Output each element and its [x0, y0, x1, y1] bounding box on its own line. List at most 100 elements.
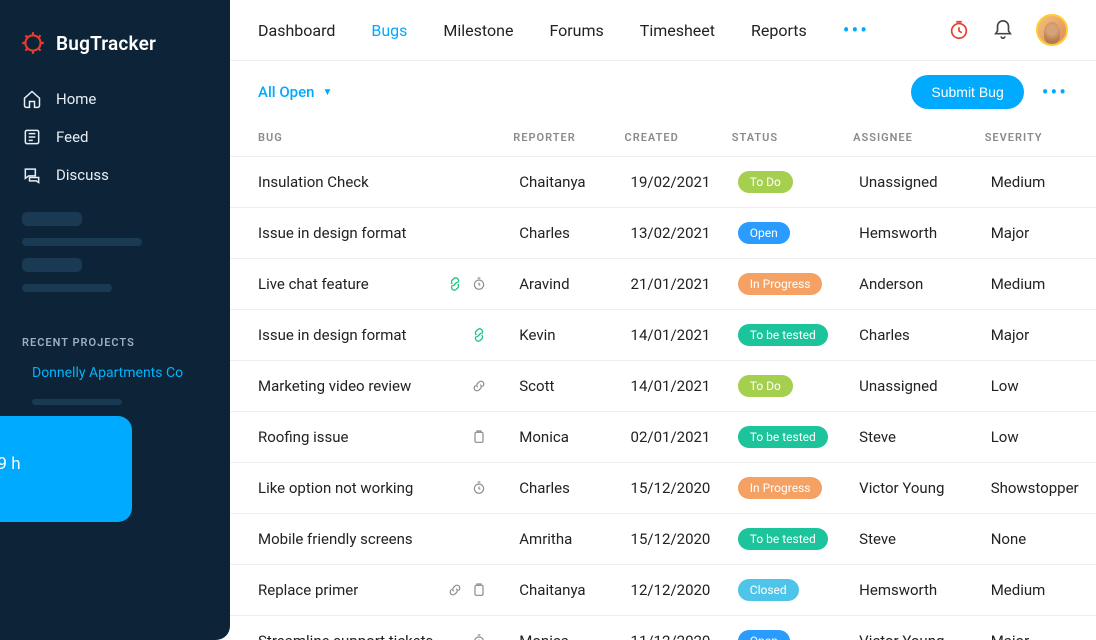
bug-title[interactable]: Mobile friendly screens — [258, 530, 413, 548]
status-badge[interactable]: To Do — [738, 171, 793, 193]
col-header-severity[interactable]: SEVERITY — [985, 123, 1096, 157]
sidebar-item-feed[interactable]: Feed — [0, 118, 230, 156]
cell-assignee: Steve — [853, 514, 985, 565]
timesheet-billable: llable 25: 19 h — [0, 454, 116, 474]
col-header-created[interactable]: CREATED — [625, 123, 732, 157]
placeholder-line — [22, 258, 82, 272]
bell-icon[interactable] — [992, 19, 1014, 41]
col-header-assignee[interactable]: ASSIGNEE — [853, 123, 985, 157]
cell-created: 21/01/2021 — [625, 259, 732, 310]
cell-assignee: Unassigned — [853, 361, 985, 412]
placeholder-line — [32, 399, 122, 405]
bug-title[interactable]: Issue in design format — [258, 224, 406, 242]
table-row[interactable]: Mobile friendly screensAmritha15/12/2020… — [230, 514, 1096, 565]
status-badge[interactable]: To Do — [738, 375, 793, 397]
cell-status: To be tested — [732, 412, 853, 463]
tabs-more-button[interactable]: ••• — [843, 20, 869, 40]
bug-title[interactable]: Live chat feature — [258, 275, 369, 293]
sidebar-item-label: Discuss — [56, 166, 109, 184]
status-badge[interactable]: To be tested — [738, 426, 828, 448]
home-icon — [22, 89, 42, 109]
timesheet-card[interactable]: TIMESHEET llable 25: 19 h Approved — [0, 416, 132, 522]
bug-title[interactable]: Like option not working — [258, 479, 413, 497]
project-item-donnelly[interactable]: Donnelly Apartments Co — [0, 359, 230, 387]
brand: BugTracker — [0, 18, 230, 80]
tab-forums[interactable]: Forums — [549, 21, 603, 40]
table-header-row: BUG REPORTER CREATED STATUS ASSIGNEE SEV… — [230, 123, 1096, 157]
discuss-icon — [22, 165, 42, 185]
tab-milestone[interactable]: Milestone — [443, 21, 513, 40]
cell-status: In Progress — [732, 463, 853, 514]
sidebar-item-discuss[interactable]: Discuss — [0, 156, 230, 194]
cell-status: In Progress — [732, 259, 853, 310]
more-actions-button[interactable]: ••• — [1042, 80, 1068, 104]
sidebar-item-label: Feed — [56, 128, 89, 146]
status-badge[interactable]: In Progress — [738, 477, 823, 499]
cell-status: Closed — [732, 565, 853, 616]
placeholder-line — [22, 212, 82, 226]
table-row[interactable]: Issue in design format Charles13/02/2021 O… — [230, 208, 1096, 259]
link-icon — [471, 327, 487, 343]
bug-title[interactable]: Insulation Check — [258, 173, 369, 191]
filter-dropdown[interactable]: All Open ▼ — [258, 83, 332, 101]
tab-bugs[interactable]: Bugs — [371, 21, 407, 40]
timer-icon[interactable] — [948, 19, 970, 41]
cell-assignee: Victor Young — [853, 463, 985, 514]
table-row[interactable]: Streamline support ticketsMonica11/12/20… — [230, 616, 1096, 640]
cell-assignee: Unassigned — [853, 157, 985, 208]
placeholder-line — [22, 238, 142, 246]
cell-status: Open — [732, 208, 853, 259]
cell-created: 15/12/2020 — [625, 463, 732, 514]
chevron-down-icon: ▼ — [322, 87, 332, 98]
cell-reporter: Kevin — [513, 310, 624, 361]
status-badge[interactable]: To be tested — [738, 324, 828, 346]
status-badge[interactable]: To be tested — [738, 528, 828, 550]
cell-created: 02/01/2021 — [625, 412, 732, 463]
cell-assignee: Hemsworth — [853, 208, 985, 259]
cell-assignee: Hemsworth — [853, 565, 985, 616]
cell-status: To be tested — [732, 514, 853, 565]
table-row[interactable]: Live chat featureAravind21/01/2021In Pro… — [230, 259, 1096, 310]
cell-severity: Medium — [985, 157, 1096, 208]
cell-reporter: Charles — [513, 208, 624, 259]
table-row[interactable]: Roofing issueMonica02/01/2021To be teste… — [230, 412, 1096, 463]
bug-table: BUG REPORTER CREATED STATUS ASSIGNEE SEV… — [230, 123, 1096, 640]
tab-timesheet[interactable]: Timesheet — [640, 21, 715, 40]
table-row[interactable]: Like option not workingCharles15/12/2020… — [230, 463, 1096, 514]
avatar[interactable] — [1036, 14, 1068, 46]
table-row[interactable]: Replace primerChaitanya12/12/2020ClosedH… — [230, 565, 1096, 616]
top-tabs: Dashboard Bugs Milestone Forums Timesheet Rep… — [230, 0, 1096, 61]
bug-title[interactable]: Issue in design format — [258, 326, 406, 344]
status-badge[interactable]: In Progress — [738, 273, 823, 295]
timer-icon — [471, 480, 487, 496]
cell-severity: Medium — [985, 259, 1096, 310]
cell-status: To Do — [732, 157, 853, 208]
bug-title[interactable]: Marketing video review — [258, 377, 411, 395]
table-row[interactable]: Insulation CheckChaitanya19/02/2021To Do… — [230, 157, 1096, 208]
bug-title[interactable]: Replace primer — [258, 581, 358, 599]
status-badge[interactable]: Closed — [738, 579, 799, 601]
col-header-status[interactable]: STATUS — [732, 123, 853, 157]
table-row[interactable]: Issue in design formatKevin14/01/2021To … — [230, 310, 1096, 361]
clipboard-icon — [471, 582, 487, 598]
recent-projects-heading: RECENT PROJECTS — [0, 308, 230, 359]
tab-reports[interactable]: Reports — [751, 21, 807, 40]
cell-status: To be tested — [732, 310, 853, 361]
cell-reporter: Chaitanya — [513, 565, 624, 616]
col-header-bug[interactable]: BUG — [230, 123, 513, 157]
bug-title[interactable]: Streamline support tickets — [258, 632, 433, 640]
feed-icon — [22, 127, 42, 147]
filter-row: All Open ▼ Submit Bug ••• — [230, 61, 1096, 123]
submit-bug-button[interactable]: Submit Bug — [911, 75, 1023, 109]
table-row[interactable]: Marketing video reviewScott14/01/2021To … — [230, 361, 1096, 412]
sidebar-item-home[interactable]: Home — [0, 80, 230, 118]
status-badge[interactable]: Open — [738, 222, 790, 244]
col-header-reporter[interactable]: REPORTER — [513, 123, 624, 157]
cell-severity: Low — [985, 412, 1096, 463]
bug-title[interactable]: Roofing issue — [258, 428, 348, 446]
cell-assignee: Anderson — [853, 259, 985, 310]
status-badge[interactable]: Open — [738, 630, 790, 640]
cell-reporter: Chaitanya — [513, 157, 624, 208]
tab-dashboard[interactable]: Dashboard — [258, 21, 335, 40]
cell-created: 13/02/2021 — [625, 208, 732, 259]
